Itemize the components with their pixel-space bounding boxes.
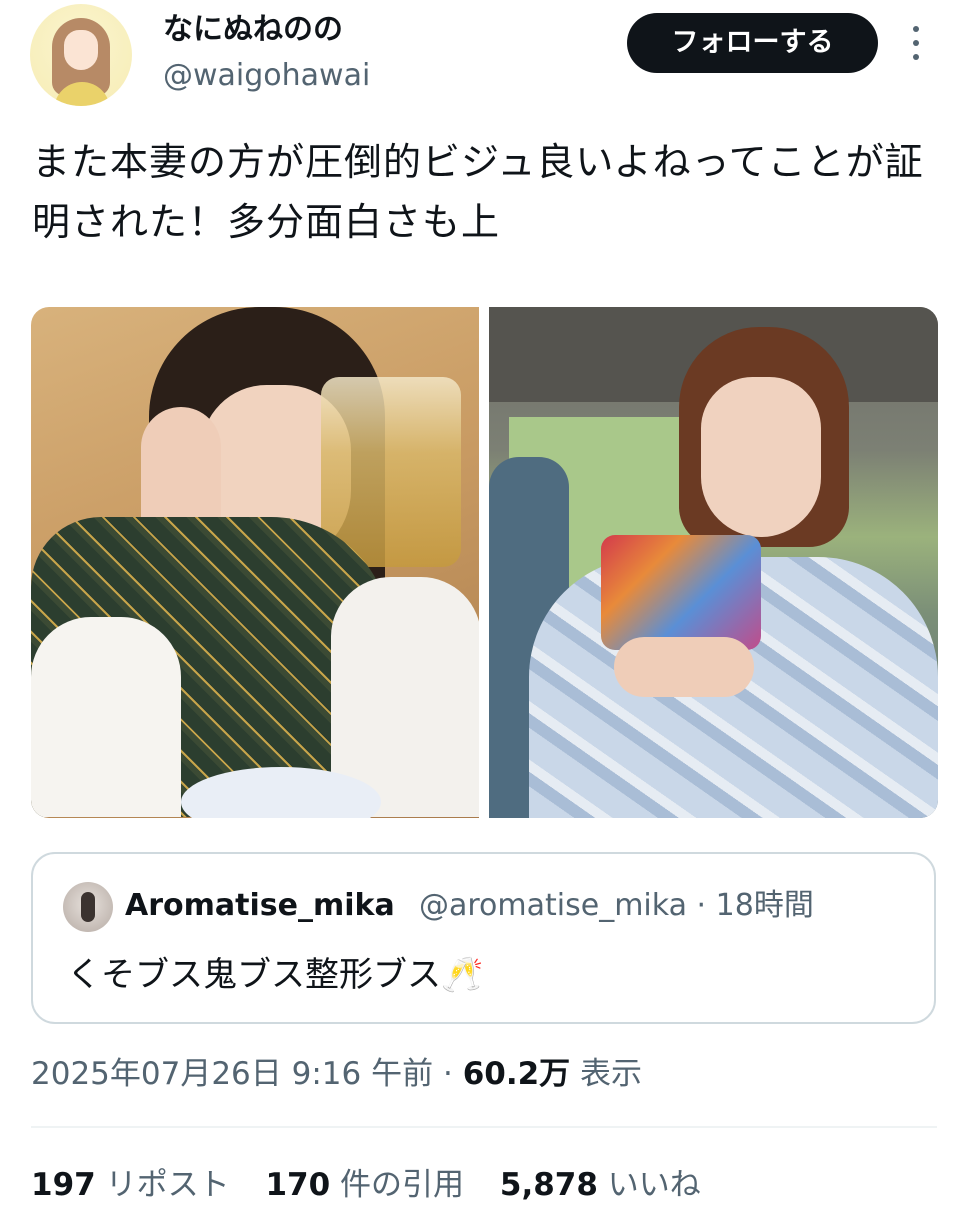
- tweet-timestamp[interactable]: 2025年07月26日 9:16 午前: [31, 1056, 433, 1092]
- media-photo-2[interactable]: [489, 307, 938, 818]
- quotes-label: 件の引用: [340, 1167, 465, 1203]
- photo-hands: [614, 637, 754, 697]
- meta-separator: ·: [696, 888, 707, 923]
- view-label: 表示: [580, 1056, 643, 1092]
- meta-separator: ·: [442, 1056, 453, 1092]
- reposts-stat[interactable]: 197 リポスト: [31, 1167, 239, 1203]
- quoted-tweet-card[interactable]: Aromatise_mika @aromatise_mika · 18時間 くそ…: [31, 852, 936, 1024]
- quoted-author-name: Aromatise_mika: [125, 888, 395, 923]
- tweet-meta-row: 2025年07月26日 9:16 午前 · 60.2万 表示: [31, 1052, 642, 1096]
- follow-button[interactable]: フォローする: [627, 13, 878, 73]
- reposts-count: 197: [31, 1167, 96, 1203]
- likes-count: 5,878: [499, 1167, 598, 1203]
- author-display-name[interactable]: なにぬねのの: [163, 10, 343, 50]
- tweet-text: また本妻の方が圧倒的ビジュ良いよねってことが証明された！多分面白さも上: [32, 140, 924, 244]
- divider: [31, 1126, 937, 1128]
- author-handle[interactable]: @waigohawai: [163, 56, 370, 96]
- quoted-text: くそブス鬼ブス整形ブス🥂: [67, 955, 484, 995]
- photo-face-shape: [701, 377, 821, 537]
- view-count: 60.2万: [462, 1056, 571, 1092]
- media-photo-1[interactable]: [31, 307, 479, 818]
- likes-label: いいね: [607, 1167, 701, 1203]
- photo-beer-mug: [321, 377, 461, 567]
- photo-sleeve: [31, 617, 181, 817]
- quotes-count: 170: [265, 1167, 331, 1203]
- reposts-label: リポスト: [105, 1167, 230, 1203]
- quoted-time: 18時間: [715, 888, 814, 923]
- avatar-face-shape: [64, 30, 98, 70]
- quoted-meta: @aromatise_mika · 18時間: [419, 886, 814, 926]
- more-options-icon[interactable]: [906, 26, 926, 60]
- likes-stat[interactable]: 5,878 いいね: [500, 1167, 701, 1203]
- quoted-author-avatar[interactable]: [63, 882, 113, 932]
- quotes-stat[interactable]: 170 件の引用: [265, 1167, 473, 1203]
- engagement-stats: 197 リポスト 170 件の引用 5,878 いいね: [31, 1163, 727, 1207]
- photo-gift-box: [601, 535, 761, 650]
- tweet-header: なにぬねのの @waigohawai フォローする: [0, 0, 968, 110]
- quoted-author-handle: @aromatise_mika: [419, 888, 687, 923]
- author-avatar[interactable]: [30, 4, 132, 106]
